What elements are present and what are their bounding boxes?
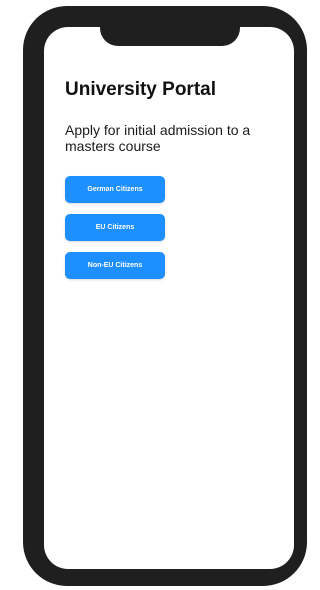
page-title: University Portal (65, 79, 216, 100)
non-eu-citizens-button[interactable]: Non-EU Citizens (65, 252, 165, 279)
main-content: University Portal Apply for initial admi… (65, 78, 280, 279)
page-subtitle: Apply for initial admission to a masters… (65, 122, 251, 154)
phone-screen: University Portal Apply for initial admi… (44, 27, 294, 569)
german-citizens-button[interactable]: German Citizens (65, 176, 165, 203)
eu-citizens-button[interactable]: EU Citizens (65, 214, 165, 241)
citizenship-options: German Citizens EU Citizens Non-EU Citiz… (65, 176, 280, 279)
page: University Portal Apply for initial admi… (0, 0, 308, 590)
phone-notch (100, 18, 240, 46)
